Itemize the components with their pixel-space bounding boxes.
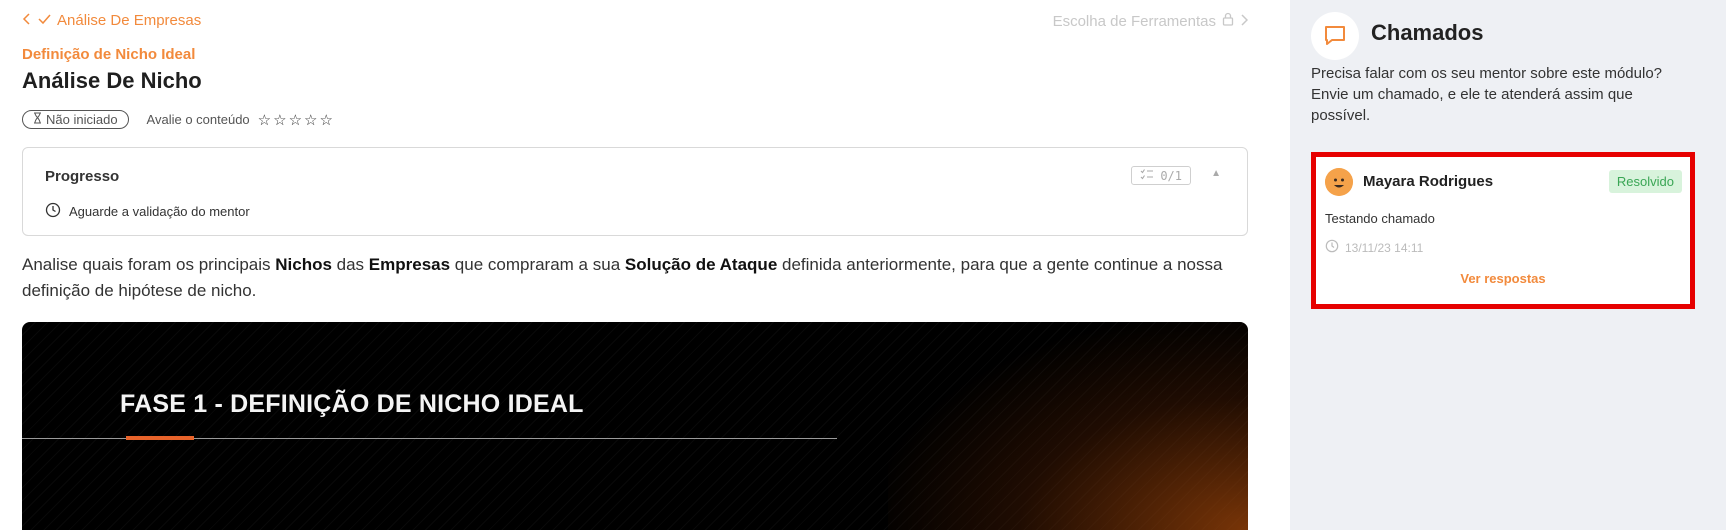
- status-badge: Não iniciado: [22, 110, 129, 129]
- next-lesson-link[interactable]: Escolha de Ferramentas: [1052, 12, 1249, 30]
- lock-icon: [1222, 12, 1234, 30]
- star-icon[interactable]: ☆: [258, 111, 271, 129]
- hourglass-icon: [33, 112, 42, 127]
- content-rating: Avalie o conteúdo ☆ ☆ ☆ ☆ ☆: [147, 111, 333, 129]
- video-background-glow: [888, 322, 1248, 530]
- tickets-sidebar: Chamados Precisa falar com os seu mentor…: [1290, 0, 1726, 530]
- lesson-status-row: Não iniciado Avalie o conteúdo ☆ ☆ ☆ ☆ ☆: [22, 110, 333, 129]
- lesson-navigation: Análise De Empresas Escolha de Ferrament…: [22, 12, 1249, 32]
- rating-label: Avalie o conteúdo: [146, 112, 250, 127]
- ticket-card: Mayara Rodrigues Resolvido Testando cham…: [1311, 152, 1695, 309]
- clock-icon: [45, 202, 61, 221]
- progress-wait-message: Aguarde a validação do mentor: [45, 202, 250, 221]
- video-heading: FASE 1 - DEFINIÇÃO DE NICHO IDEAL: [120, 390, 584, 418]
- status-badge: Resolvido: [1608, 170, 1682, 193]
- description-text: Analise quais foram os principais: [22, 255, 276, 274]
- chevron-right-icon: [1240, 13, 1249, 30]
- previous-lesson-link[interactable]: Análise De Empresas: [22, 12, 201, 29]
- check-icon: [38, 12, 51, 29]
- clock-icon: [1325, 239, 1339, 256]
- ticket-user-name: Mayara Rodrigues: [1363, 173, 1494, 190]
- chat-bubble-icon: [1311, 12, 1359, 60]
- chevron-up-icon: ▲: [1211, 168, 1221, 179]
- lesson-subtitle: Definição de Nicho Ideal: [22, 46, 196, 63]
- sidebar-title: Chamados: [1371, 20, 1484, 45]
- description-text: das: [331, 255, 369, 274]
- star-icon[interactable]: ☆: [273, 111, 286, 129]
- progress-title: Progresso: [45, 168, 120, 185]
- view-replies-link[interactable]: Ver respostas: [1316, 271, 1690, 286]
- description-emphasis: Solução de Ataque: [624, 255, 778, 274]
- description-emphasis: Empresas: [368, 255, 451, 274]
- video-player[interactable]: FASE 1 - DEFINIÇÃO DE NICHO IDEAL: [22, 322, 1248, 530]
- star-icon[interactable]: ☆: [304, 111, 317, 129]
- progress-count-value: 0/1: [1160, 168, 1182, 183]
- collapse-button[interactable]: ▲: [1211, 168, 1221, 179]
- progress-counter: 0/1: [1131, 166, 1191, 185]
- page-title: Análise De Nicho: [22, 68, 202, 93]
- progress-card: Progresso Aguarde a validação do mentor …: [22, 147, 1248, 236]
- ticket-timestamp: 13/11/23 14:11: [1325, 239, 1423, 256]
- status-label: Não iniciado: [46, 112, 118, 127]
- star-icon[interactable]: ☆: [319, 111, 332, 129]
- previous-lesson-label: Análise De Empresas: [57, 12, 202, 29]
- star-icon[interactable]: ☆: [289, 111, 302, 129]
- description-text: que compraram a sua: [450, 255, 625, 274]
- lesson-description: Analise quais foram os principais Nichos…: [22, 252, 1262, 304]
- avatar: [1325, 168, 1353, 196]
- video-accent-bar: [126, 436, 194, 440]
- checklist-icon: [1140, 168, 1154, 183]
- chevron-left-icon: [22, 12, 32, 29]
- ticket-message: Testando chamado: [1325, 211, 1435, 226]
- description-emphasis: Nichos: [275, 255, 332, 274]
- star-rating: ☆ ☆ ☆ ☆ ☆: [258, 111, 333, 129]
- ticket-timestamp-text: 13/11/23 14:11: [1345, 240, 1424, 255]
- progress-wait-text: Aguarde a validação do mentor: [69, 204, 250, 219]
- main-content: Análise De Empresas Escolha de Ferrament…: [0, 0, 1290, 530]
- next-lesson-label: Escolha de Ferramentas: [1052, 12, 1216, 30]
- sidebar-description: Precisa falar com os seu mentor sobre es…: [1311, 65, 1662, 124]
